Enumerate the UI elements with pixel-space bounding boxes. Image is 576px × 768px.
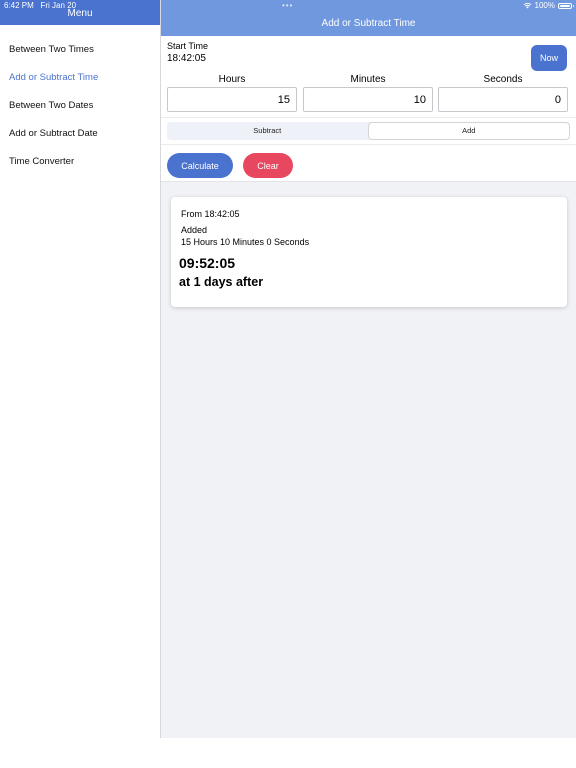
minutes-label: Minutes [350, 74, 386, 85]
segment-subtract[interactable]: Subtract [167, 122, 368, 140]
app-root: 6:42 PM Fri Jan 20 ••• 100% Menu Between… [0, 0, 576, 768]
calculate-button[interactable]: Calculate [167, 153, 233, 178]
seconds-input[interactable] [438, 87, 568, 112]
multitasking-dots-icon[interactable]: ••• [282, 1, 293, 10]
menu-item-time-converter[interactable]: Time Converter [0, 155, 160, 183]
wifi-icon [523, 2, 531, 9]
menu-item-add-or-subtract-time[interactable]: Add or Subtract Time [0, 71, 160, 99]
hours-input[interactable] [167, 87, 297, 112]
hours-label: Hours [218, 74, 246, 85]
now-button[interactable]: Now [531, 45, 567, 71]
result-amount: 15 Hours 10 Minutes 0 Seconds [181, 237, 310, 247]
result-from: From 18:42:05 [181, 209, 240, 219]
bottom-area [0, 738, 576, 768]
menu-item-between-two-times[interactable]: Between Two Times [0, 43, 160, 71]
main-panel: Add or Subtract Time Start Time 18:42:05… [161, 0, 576, 738]
minutes-input[interactable] [303, 87, 433, 112]
divider [161, 144, 576, 145]
status-indicators: 100% [523, 1, 574, 10]
menu-list: Between Two Times Add or Subtract Time B… [0, 25, 160, 183]
operation-segmented-control: Subtract Add [167, 122, 570, 140]
sidebar: Menu Between Two Times Add or Subtract T… [0, 0, 161, 738]
page-title: Add or Subtract Time [321, 18, 416, 29]
result-operation: Added [181, 225, 208, 235]
start-time-value[interactable]: 18:42:05 [167, 53, 206, 64]
battery-percent: 100% [534, 1, 555, 10]
segment-add[interactable]: Add [367, 122, 570, 140]
seconds-label: Seconds [483, 74, 523, 85]
result-day-offset: at 1 days after [179, 275, 264, 289]
status-time: 6:42 PM Fri Jan 20 [4, 1, 77, 10]
menu-item-add-or-subtract-date[interactable]: Add or Subtract Date [0, 127, 160, 155]
battery-icon [558, 2, 574, 9]
start-time-label: Start Time [167, 41, 209, 51]
clear-button[interactable]: Clear [243, 153, 293, 178]
result-time: 09:52:05 [179, 255, 236, 271]
main-header: Add or Subtract Time [161, 0, 576, 36]
divider [161, 117, 576, 118]
input-card: Start Time 18:42:05 Now Hours Minutes Se… [161, 36, 576, 182]
menu-item-between-two-dates[interactable]: Between Two Dates [0, 99, 160, 127]
result-card: From 18:42:05 Added 15 Hours 10 Minutes … [171, 197, 567, 307]
